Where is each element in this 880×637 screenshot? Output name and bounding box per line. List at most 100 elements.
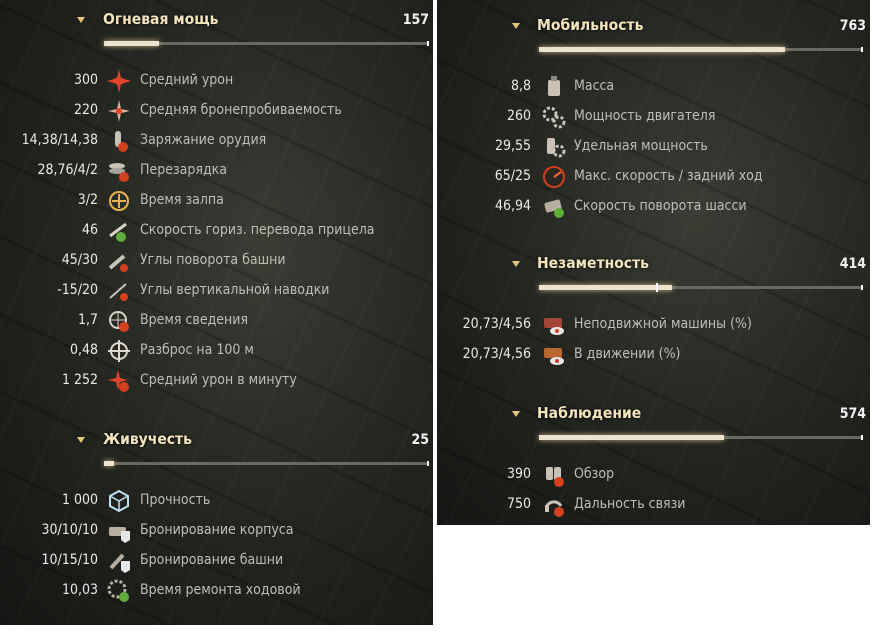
stat-row[interactable]: 28,76/4/2 Перезарядка [0, 157, 433, 185]
stat-row[interactable]: 1,7 Время сведения [0, 307, 433, 335]
stat-value: 0,48 [69, 342, 98, 358]
section-header[interactable]: Огневая мощь 157 [0, 6, 433, 46]
stat-label: Средняя бронепробиваемость [140, 102, 342, 118]
stat-row[interactable]: 14,38/14,38 Заряжание орудия [0, 127, 433, 155]
collapse-arrow-icon[interactable] [512, 411, 520, 417]
stat-row[interactable]: 260 Мощность двигателя [437, 103, 870, 131]
stat-row[interactable]: 1 000 Прочность [0, 487, 433, 515]
rating-bar-end [427, 41, 429, 46]
stat-label: Заряжание орудия [140, 132, 267, 148]
reload-icon [106, 158, 132, 184]
section-rating: 157 [402, 12, 429, 28]
collapse-arrow-icon[interactable] [77, 17, 85, 23]
specific-power-icon [541, 134, 567, 160]
loading-icon [106, 128, 132, 154]
stat-row[interactable]: 46 Скорость гориз. перевода прицела [0, 217, 433, 245]
right-stats-panel: Мобильность 763 8,8 Масса 260 Мощность двиг… [437, 0, 870, 525]
section-header[interactable]: Наблюдение 574 [437, 400, 870, 440]
stat-row[interactable]: 390 Обзор [437, 461, 870, 489]
stat-value: 750 [506, 496, 531, 512]
section-header[interactable]: Живучесть 25 [0, 426, 433, 466]
stat-value: 8,8 [510, 78, 531, 94]
section-title: Наблюдение [537, 404, 642, 422]
stat-row[interactable]: -15/20 Углы вертикальной наводки [0, 277, 433, 305]
rating-bar-end [861, 285, 863, 290]
stat-label: Неподвижной машины (%) [574, 316, 752, 332]
stat-value: -15/20 [57, 282, 98, 298]
dpm-icon [106, 368, 132, 394]
stat-label: Бронирование башни [140, 552, 284, 568]
stat-row[interactable]: 300 Средний урон [0, 67, 433, 95]
rating-bar [539, 435, 863, 440]
section-rating: 763 [839, 18, 866, 34]
stat-row[interactable]: 10/15/10 Бронирование башни [0, 547, 433, 575]
hull-traverse-icon [541, 194, 567, 220]
collapse-arrow-icon[interactable] [512, 261, 520, 267]
moving-camo-icon [541, 342, 567, 368]
collapse-arrow-icon[interactable] [77, 437, 85, 443]
engine-gears-icon [541, 104, 567, 130]
stat-value: 30/10/10 [41, 522, 98, 538]
stat-row[interactable]: 1 252 Средний урон в минуту [0, 367, 433, 395]
stat-row[interactable]: 10,03 Время ремонта ходовой [0, 577, 433, 605]
stat-row[interactable]: 750 Дальность связи [437, 491, 870, 519]
rating-bar-fill [539, 285, 672, 290]
stat-row[interactable]: 45/30 Углы поворота башни [0, 247, 433, 275]
section-title: Незаметность [537, 254, 649, 272]
rating-bar-end [427, 461, 429, 466]
stat-value: 300 [73, 72, 98, 88]
stat-label: Средний урон в минуту [140, 372, 297, 388]
stat-label: В движении (%) [574, 346, 681, 362]
stat-label: Бронирование корпуса [140, 522, 294, 538]
stat-row[interactable]: 220 Средняя бронепробиваемость [0, 97, 433, 125]
section-header[interactable]: Мобильность 763 [437, 12, 870, 52]
hp-cube-icon [106, 488, 132, 514]
stat-row[interactable]: 0,48 Разброс на 100 м [0, 337, 433, 365]
elevation-icon [106, 278, 132, 304]
stat-label: Средний урон [140, 72, 234, 88]
dispersion-icon [106, 338, 132, 364]
stat-label: Мощность двигателя [574, 108, 716, 124]
section-title: Мобильность [537, 16, 644, 34]
section-header[interactable]: Незаметность 414 [437, 250, 870, 292]
turret-angle-icon [106, 248, 132, 274]
stationary-camo-icon [541, 312, 567, 338]
radio-range-icon [541, 492, 567, 518]
section-rating: 25 [411, 432, 429, 448]
stat-value: 29,55 [494, 138, 531, 154]
stat-row[interactable]: 20,73/4,56 В движении (%) [437, 341, 870, 369]
stat-label: Скорость гориз. перевода прицела [140, 222, 375, 238]
stat-value: 10/15/10 [41, 552, 98, 568]
stat-row[interactable]: 30/10/10 Бронирование корпуса [0, 517, 433, 545]
stat-label: Макс. скорость / задний ход [574, 168, 763, 184]
collapse-arrow-icon[interactable] [512, 23, 520, 29]
stat-value: 28,76/4/2 [37, 162, 98, 178]
stat-value: 220 [73, 102, 98, 118]
stat-row[interactable]: 20,73/4,56 Неподвижной машины (%) [437, 311, 870, 339]
stat-label: Скорость поворота шасси [574, 198, 747, 214]
rating-bar-marker [655, 283, 658, 292]
stat-value: 14,38/14,38 [21, 132, 98, 148]
stat-value: 65/25 [494, 168, 531, 184]
stat-label: Обзор [574, 466, 615, 482]
stat-value: 1 000 [61, 492, 98, 508]
rating-bar [539, 47, 863, 52]
stat-value: 1,7 [77, 312, 98, 328]
repair-icon [106, 578, 132, 604]
salvo-time-icon [106, 188, 132, 214]
stat-label: Углы поворота башни [140, 252, 286, 268]
stat-label: Удельная мощность [574, 138, 708, 154]
stat-label: Время ремонта ходовой [140, 582, 301, 598]
stat-row[interactable]: 29,55 Удельная мощность [437, 133, 870, 161]
stat-row[interactable]: 65/25 Макс. скорость / задний ход [437, 163, 870, 191]
stat-label: Время залпа [140, 192, 224, 208]
rating-bar [104, 461, 429, 466]
stat-row[interactable]: 46,94 Скорость поворота шасси [437, 193, 870, 221]
rating-bar-fill [104, 41, 160, 46]
stat-row[interactable]: 8,8 Масса [437, 73, 870, 101]
rating-bar-fill [539, 435, 724, 440]
stat-row[interactable]: 3/2 Время залпа [0, 187, 433, 215]
rating-bar-fill [539, 47, 786, 52]
stat-value: 1 252 [61, 372, 98, 388]
damage-icon [106, 68, 132, 94]
